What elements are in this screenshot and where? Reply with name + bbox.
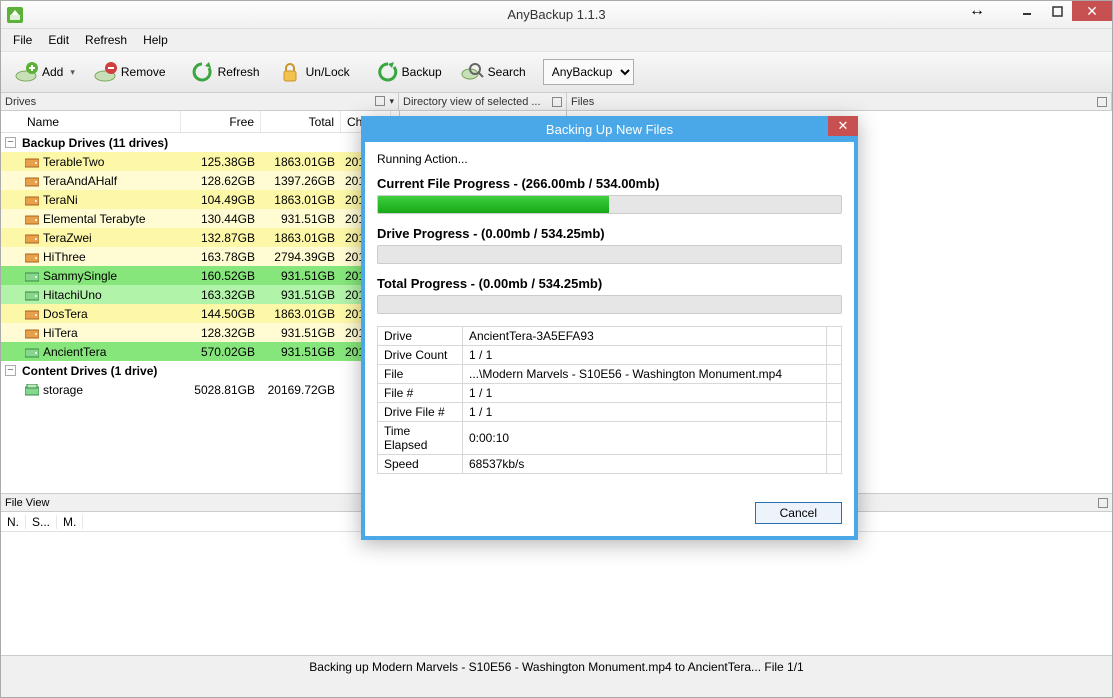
col-name[interactable]: Name [21, 111, 181, 132]
lock-icon [278, 60, 302, 84]
dialog-titlebar[interactable]: Backing Up New Files ✕ [361, 116, 858, 142]
drive-progress-label: Drive Progress - (0.00mb / 534.25mb) [377, 226, 842, 241]
status-text: Backing up Modern Marvels - S10E56 - Was… [309, 660, 803, 674]
files-pane-header[interactable]: Files [567, 93, 1112, 110]
pane-toggle-icon[interactable] [375, 96, 385, 106]
drive-row[interactable]: storage 5028.81GB 20169.72GB [1, 380, 399, 399]
minimize-button[interactable] [1012, 1, 1042, 21]
group-backup-drives[interactable]: − Backup Drives (11 drives) [1, 133, 399, 152]
dialog-close-button[interactable]: ✕ [828, 116, 858, 136]
maximize-button[interactable] [1042, 1, 1072, 21]
refresh-icon [190, 60, 214, 84]
unlock-button[interactable]: Un/Lock [271, 55, 361, 89]
running-label: Running Action... [377, 152, 842, 166]
drive-icon [25, 156, 39, 168]
app-icon [7, 7, 23, 23]
toolbar: Add ▾ Remove Refresh Un/Lock Backup Sear… [1, 51, 1112, 93]
backup-button[interactable]: Backup [367, 55, 453, 89]
drive-row[interactable]: SammySingle160.52GB931.51GB2014 [1, 266, 399, 285]
remove-icon [93, 60, 117, 84]
drives-pane: Name Free Total Chk − Backup Drives (11 … [1, 111, 399, 493]
remove-label: Remove [121, 65, 166, 79]
add-icon [14, 60, 38, 84]
pane-toggle-icon[interactable] [1097, 97, 1107, 107]
drive-row[interactable]: TeraAndAHalf128.62GB1397.26GB2014 [1, 171, 399, 190]
collapse-icon[interactable]: − [5, 365, 16, 376]
group-content-drives[interactable]: − Content Drives (1 drive) [1, 361, 399, 380]
menu-help[interactable]: Help [135, 31, 176, 49]
fv-col-m[interactable]: M. [57, 515, 83, 529]
refresh-button[interactable]: Refresh [183, 55, 271, 89]
window-title: AnyBackup 1.1.3 [1, 7, 1112, 22]
drive-row[interactable]: DosTera144.50GB1863.01GB2014 [1, 304, 399, 323]
drive-icon [25, 289, 39, 301]
dialog-info-table: DriveAncientTera-3A5EFA93 Drive Count1 /… [377, 326, 842, 474]
storage-icon [25, 384, 39, 396]
menu-file[interactable]: File [5, 31, 40, 49]
drive-row[interactable]: HitachiUno163.32GB931.51GB2014 [1, 285, 399, 304]
col-free[interactable]: Free [181, 111, 261, 132]
fv-col-n[interactable]: N. [1, 515, 26, 529]
drive-progress-bar [377, 245, 842, 264]
menubar: File Edit Refresh Help [1, 29, 1112, 51]
drive-row[interactable]: HiThree163.78GB2794.39GB2014 [1, 247, 399, 266]
statusbar: Backing up Modern Marvels - S10E56 - Was… [1, 655, 1112, 677]
total-progress-bar [377, 295, 842, 314]
dirview-pane-header[interactable]: Directory view of selected ... [399, 93, 567, 110]
drive-row[interactable]: TerableTwo125.38GB1863.01GB2014 [1, 152, 399, 171]
fv-col-s[interactable]: S... [26, 515, 57, 529]
pane-toggle-icon[interactable] [1098, 498, 1108, 508]
drive-icon [25, 327, 39, 339]
current-file-progress-bar [377, 195, 842, 214]
backup-dialog: Backing Up New Files ✕ Running Action...… [361, 116, 858, 540]
close-button[interactable]: ✕ [1072, 1, 1112, 21]
add-label: Add [42, 65, 63, 79]
profile-select[interactable]: AnyBackup [543, 59, 634, 85]
collapse-icon[interactable]: − [5, 137, 16, 148]
total-progress-label: Total Progress - (0.00mb / 534.25mb) [377, 276, 842, 291]
menu-edit[interactable]: Edit [40, 31, 77, 49]
drive-icon [25, 308, 39, 320]
cancel-button[interactable]: Cancel [755, 502, 842, 524]
drive-icon [25, 213, 39, 225]
search-button[interactable]: Search [453, 55, 537, 89]
backup-label: Backup [402, 65, 442, 79]
drive-icon [25, 232, 39, 244]
refresh-label: Refresh [218, 65, 260, 79]
drive-icon [25, 251, 39, 263]
dock-icon[interactable]: ↔ [962, 1, 992, 21]
drive-icon [25, 194, 39, 206]
remove-button[interactable]: Remove [86, 55, 177, 89]
titlebar[interactable]: AnyBackup 1.1.3 ↔ ✕ [1, 1, 1112, 29]
backup-icon [374, 60, 398, 84]
drive-row[interactable]: TeraNi104.49GB1863.01GB2014 [1, 190, 399, 209]
drive-row[interactable]: AncientTera570.02GB931.51GB2014 [1, 342, 399, 361]
drive-row[interactable]: HiTera128.32GB931.51GB2014 [1, 323, 399, 342]
drive-icon [25, 346, 39, 358]
col-total[interactable]: Total [261, 111, 341, 132]
drives-pane-header[interactable]: Drives ▾ [1, 93, 399, 110]
search-icon [460, 60, 484, 84]
pane-toggle-icon[interactable] [552, 97, 562, 107]
menu-refresh[interactable]: Refresh [77, 31, 135, 49]
current-file-progress-label: Current File Progress - (266.00mb / 534.… [377, 176, 842, 191]
search-label: Search [488, 65, 526, 79]
drive-icon [25, 270, 39, 282]
drive-row[interactable]: TeraZwei132.87GB1863.01GB2014 [1, 228, 399, 247]
drive-row[interactable]: Elemental Terabyte130.44GB931.51GB2014 [1, 209, 399, 228]
add-button[interactable]: Add ▾ [7, 55, 86, 89]
unlock-label: Un/Lock [306, 65, 350, 79]
drive-icon [25, 175, 39, 187]
chevron-down-icon[interactable]: ▾ [389, 96, 394, 107]
dropdown-caret-icon[interactable]: ▾ [70, 67, 75, 78]
